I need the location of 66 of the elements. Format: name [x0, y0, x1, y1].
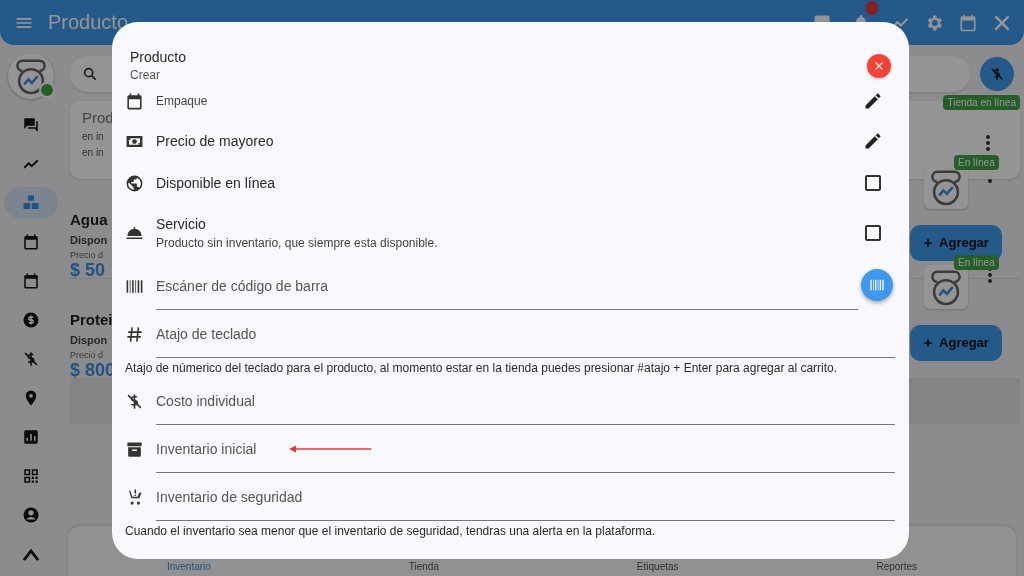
price-label: Precio d — [70, 250, 104, 260]
option-subtitle: Empaque — [156, 94, 209, 108]
edit-button[interactable] — [863, 91, 883, 111]
close-button[interactable] — [867, 54, 891, 78]
online-badge: En línea — [954, 255, 999, 270]
dialog-subtitle: Crear — [130, 68, 161, 82]
calendar-icon — [22, 271, 40, 290]
price-label: Precio d — [70, 350, 104, 360]
edit-icon — [863, 131, 883, 151]
kettlebell-icon — [929, 268, 963, 306]
add-button[interactable]: Agregar — [910, 324, 1002, 361]
helper-text: Atajo de númerico del teclado para el producto, al momento estar en la tienda puedes presionar #atajo + Enter para agregar al carrito. — [124, 360, 839, 377]
input-field[interactable]: Inventario de seguridad — [156, 473, 895, 521]
input-field[interactable]: Escáner de código de barra — [156, 262, 858, 310]
nav-item[interactable]: Inventario — [166, 561, 211, 572]
hash-icon — [125, 324, 144, 344]
option-label: Servicio — [156, 216, 207, 232]
input-field[interactable]: Inventario inicial — [156, 425, 895, 473]
kettlebell-icon — [929, 168, 963, 206]
online-badge: En línea — [954, 155, 999, 170]
edit-icon — [863, 91, 883, 111]
plus-icon — [923, 237, 934, 248]
close-icon — [874, 61, 884, 71]
plus-icon — [923, 337, 934, 348]
option-label: Precio de mayoreo — [156, 133, 275, 149]
input-field[interactable]: Costo individual — [156, 377, 895, 425]
qr-icon — [22, 466, 40, 485]
no-dollar-icon — [125, 391, 144, 411]
input-field[interactable]: Atajo de teclado — [156, 310, 895, 358]
calendar-icon — [125, 91, 144, 111]
option-label: Disponible en línea — [156, 175, 277, 191]
checkbox[interactable] — [865, 175, 881, 191]
app-title: Producto — [48, 11, 130, 34]
calendar-icon — [22, 232, 40, 251]
boxes-icon — [22, 193, 40, 212]
card-text: en in — [82, 131, 104, 142]
scan-button[interactable] — [861, 269, 893, 301]
edit-button[interactable] — [863, 131, 883, 151]
option-subtitle: Producto sin inventario, que siempre esta disponible. — [156, 236, 439, 250]
barcode-icon — [869, 277, 885, 293]
product-name: Agua — [70, 211, 108, 228]
nav-item[interactable]: Reportes — [876, 561, 918, 572]
sort-button[interactable] — [980, 57, 1014, 91]
nav-item[interactable]: Etiquetas — [636, 561, 679, 572]
helper-text: Cuando el inventario sea menor que el inventario de seguridad, tendras una alerta en la plataforma. — [124, 523, 657, 540]
archive-icon — [125, 439, 144, 459]
no-dollar-icon — [22, 349, 40, 368]
product-name: Protei — [70, 311, 113, 328]
availability-text: Dispon — [70, 334, 108, 346]
checkbox[interactable] — [865, 225, 881, 241]
globe-icon — [125, 173, 144, 193]
notification-badge — [866, 0, 878, 15]
calendar-icon — [958, 12, 978, 33]
avatar[interactable] — [8, 53, 54, 99]
dollar-icon — [22, 310, 40, 329]
chat-icon — [22, 115, 40, 134]
kettlebell-icon — [14, 57, 48, 95]
price-text: $ 50 — [70, 260, 106, 281]
search-icon — [82, 66, 98, 82]
nav-item[interactable]: Tienda — [408, 561, 439, 572]
store-badge: Tienda en línea — [943, 95, 1020, 110]
dialog-title: Producto — [130, 49, 187, 65]
card-text: en in — [82, 147, 104, 158]
availability-text: Dispon — [70, 234, 108, 246]
more-icon[interactable] — [986, 133, 990, 153]
user-icon — [22, 505, 40, 524]
